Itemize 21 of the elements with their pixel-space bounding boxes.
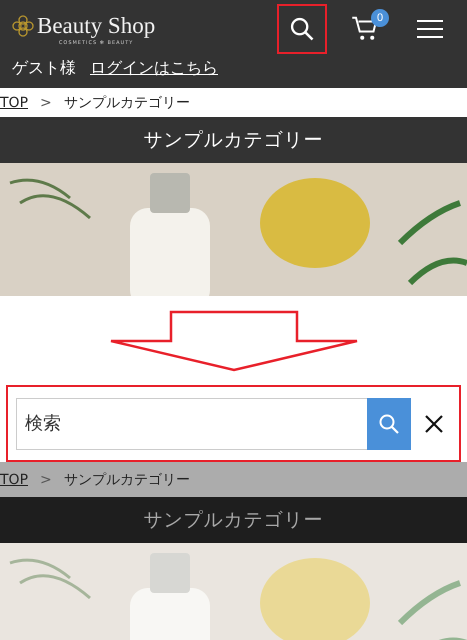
logo-text: Beauty Shop	[37, 12, 156, 38]
breadcrumb-separator: >	[40, 472, 52, 488]
login-link[interactable]: ログインはこちら	[90, 58, 218, 79]
flower-logo-icon	[12, 14, 34, 36]
menu-icon	[417, 19, 443, 39]
search-field[interactable]: 検索	[16, 398, 367, 450]
breadcrumb-link[interactable]: TOP	[0, 94, 28, 110]
search-submit-button[interactable]	[367, 398, 411, 450]
cart-count-badge: 0	[371, 9, 389, 27]
breadcrumb-link[interactable]: TOP	[0, 472, 28, 488]
search-icon	[377, 412, 401, 436]
down-arrow-icon	[108, 310, 358, 372]
breadcrumb-current: サンプルカテゴリー	[64, 94, 190, 112]
category-title: サンプルカテゴリー	[0, 117, 467, 163]
breadcrumb-separator: >	[40, 94, 52, 110]
breadcrumb-current: サンプルカテゴリー	[64, 470, 190, 488]
category-title: サンプルカテゴリー	[0, 497, 467, 543]
search-icon	[288, 15, 316, 43]
guest-label: ゲスト様	[12, 58, 76, 79]
search-button[interactable]	[277, 4, 327, 54]
close-icon	[425, 414, 443, 432]
